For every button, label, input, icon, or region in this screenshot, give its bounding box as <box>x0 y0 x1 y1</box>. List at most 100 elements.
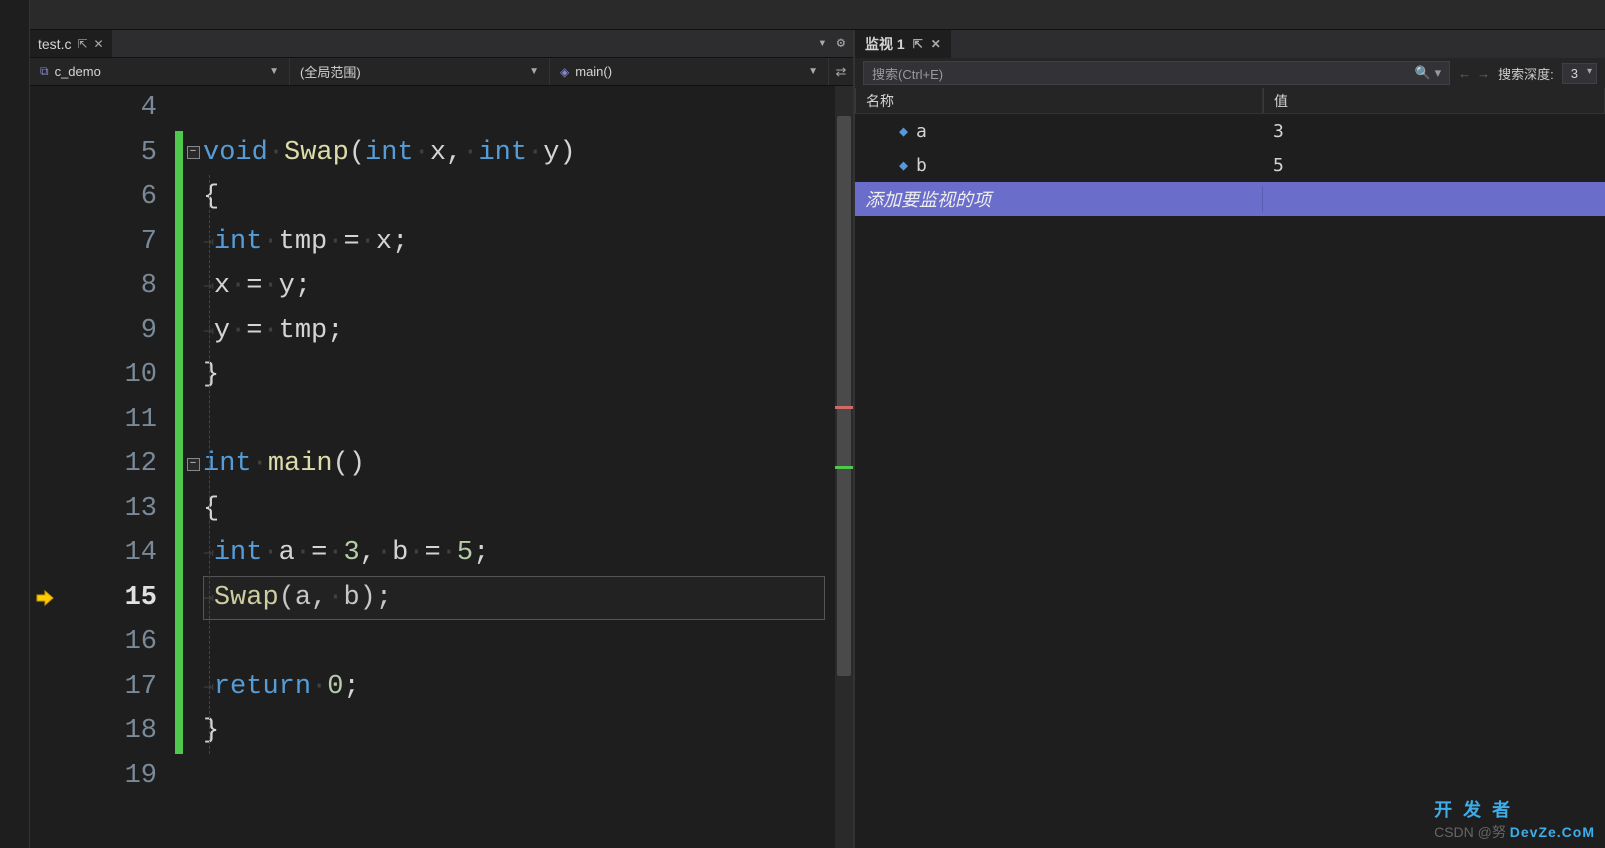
column-header-value[interactable]: 值 <box>1263 88 1605 113</box>
left-sidebar-gutter <box>0 0 30 848</box>
gear-icon[interactable]: ⚙ <box>837 35 845 52</box>
line-number: 11 <box>60 398 157 443</box>
change-indicator-bar <box>175 86 183 848</box>
code-line[interactable]: ⇥ int·tmp·=·x; <box>203 220 835 265</box>
line-number: 12 <box>60 442 157 487</box>
depth-dropdown[interactable]: 3 <box>1562 63 1597 84</box>
watch-var-value: 5 <box>1263 155 1605 176</box>
editor-tab-bar: test.c ⇱ ✕ ▾ ⚙ <box>30 30 853 58</box>
watch-pane: 监视 1 ⇱ ✕ 搜索(Ctrl+E) 🔍 ▾ ← → 搜索深度: 3 <box>853 30 1605 848</box>
code-line[interactable]: { <box>203 175 835 220</box>
navigation-bar: ⧉ c_demo ▼ (全局范围) ▼ ◈ main() ▼ ⇄ <box>30 58 853 86</box>
line-number: 5 <box>60 131 157 176</box>
next-result-icon[interactable]: → <box>1477 66 1490 81</box>
code-line[interactable]: } <box>203 709 835 754</box>
line-number-gutter: 45678910111213141516171819 <box>60 86 175 848</box>
watermark-brand-top: 开 发 者 <box>1434 796 1595 822</box>
fold-margin[interactable]: −− <box>183 86 203 848</box>
function-icon: ◈ <box>560 65 569 79</box>
code-line[interactable] <box>203 398 835 443</box>
line-number: 19 <box>60 754 157 799</box>
pin-icon[interactable]: ⇱ <box>77 37 87 51</box>
scope-label: (全局范围) <box>300 62 361 81</box>
execution-pointer-icon <box>35 588 55 608</box>
close-icon[interactable]: ✕ <box>94 37 104 51</box>
watch-var-name: a <box>916 121 927 142</box>
watch-var-name: b <box>916 155 927 176</box>
line-number: 17 <box>60 665 157 710</box>
swap-panes-icon[interactable]: ⇄ <box>829 64 853 80</box>
chevron-down-icon: ▼ <box>529 66 539 77</box>
watch-tab-bar: 监视 1 ⇱ ✕ <box>855 30 1605 58</box>
indent-guide <box>209 175 210 754</box>
watch-tab[interactable]: 监视 1 ⇱ ✕ <box>855 30 951 58</box>
close-icon[interactable]: ✕ <box>931 37 941 51</box>
dropdown-icon[interactable]: ▾ <box>818 35 826 52</box>
scrollbar-thumb[interactable] <box>837 116 851 676</box>
project-dropdown[interactable]: ⧉ c_demo ▼ <box>30 58 290 85</box>
code-line[interactable]: int·main() <box>203 442 835 487</box>
depth-label: 搜索深度: <box>1498 64 1554 83</box>
toolbar-spacer <box>30 0 1605 30</box>
project-name: c_demo <box>55 64 101 79</box>
fold-toggle-icon[interactable]: − <box>187 146 200 159</box>
code-line[interactable]: ⇥ y·=·tmp; <box>203 309 835 354</box>
chevron-down-icon: ▼ <box>808 66 818 77</box>
code-text[interactable]: void·Swap(int·x,·int·y){⇥ int·tmp·=·x;⇥ … <box>203 86 835 848</box>
watch-columns-header: 名称 值 <box>855 88 1605 114</box>
variable-icon: ◆ <box>899 156 908 174</box>
column-header-name[interactable]: 名称 <box>855 88 1263 113</box>
line-number: 9 <box>60 309 157 354</box>
code-line[interactable]: void·Swap(int·x,·int·y) <box>203 131 835 176</box>
watch-row[interactable]: ◆ b 5 <box>855 148 1605 182</box>
watch-toolbar: 搜索(Ctrl+E) 🔍 ▾ ← → 搜索深度: 3 <box>855 58 1605 88</box>
variable-icon: ◆ <box>899 122 908 140</box>
pin-icon[interactable]: ⇱ <box>913 37 923 51</box>
search-placeholder: 搜索(Ctrl+E) <box>872 64 943 83</box>
line-number: 8 <box>60 264 157 309</box>
code-area[interactable]: 45678910111213141516171819 −− void·Swap(… <box>30 86 853 848</box>
code-line[interactable] <box>203 754 835 799</box>
function-dropdown[interactable]: ◈ main() ▼ <box>550 58 829 85</box>
code-line[interactable]: ⇥ int·a·=·3,·b·=·5; <box>203 531 835 576</box>
scope-dropdown[interactable]: (全局范围) ▼ <box>290 58 550 85</box>
function-name: main() <box>575 64 612 79</box>
code-line[interactable]: ⇥ return·0; <box>203 665 835 710</box>
chevron-down-icon: ▼ <box>269 66 279 77</box>
editor-tab-test-c[interactable]: test.c ⇱ ✕ <box>30 30 112 57</box>
main-area: test.c ⇱ ✕ ▾ ⚙ ⧉ c_demo ▼ (全局范围) ▼ <box>30 0 1605 848</box>
watch-var-value: 3 <box>1263 121 1605 142</box>
watermark-brand-bottom: DevZe.CoM <box>1510 824 1595 840</box>
watermark-text: CSDN @努 <box>1434 824 1506 840</box>
editor-pane: test.c ⇱ ✕ ▾ ⚙ ⧉ c_demo ▼ (全局范围) ▼ <box>30 30 853 848</box>
depth-value: 3 <box>1571 66 1578 81</box>
line-number: 6 <box>60 175 157 220</box>
code-line[interactable]: } <box>203 353 835 398</box>
line-number: 4 <box>60 86 157 131</box>
line-number: 13 <box>60 487 157 532</box>
watermark: 开 发 者 CSDN @努 DevZe.CoM <box>1434 796 1595 842</box>
prev-result-icon[interactable]: ← <box>1458 66 1471 81</box>
search-icon[interactable]: 🔍 ▾ <box>1415 65 1441 81</box>
breakpoint-margin[interactable] <box>30 86 60 848</box>
search-input[interactable]: 搜索(Ctrl+E) 🔍 ▾ <box>863 61 1450 85</box>
line-number: 16 <box>60 620 157 665</box>
scroll-marker <box>835 406 853 409</box>
tab-label: test.c <box>38 36 71 52</box>
code-line[interactable]: ⇥ x·=·y; <box>203 264 835 309</box>
current-line-highlight <box>203 576 825 621</box>
watch-title: 监视 1 <box>865 34 905 54</box>
watch-row[interactable]: ◆ a 3 <box>855 114 1605 148</box>
watch-add-item[interactable]: 添加要监视的项 <box>855 182 1605 216</box>
code-line[interactable] <box>203 86 835 131</box>
line-number: 18 <box>60 709 157 754</box>
scroll-marker <box>835 466 853 469</box>
project-icon: ⧉ <box>40 64 49 79</box>
vertical-scrollbar[interactable] <box>835 86 853 848</box>
line-number: 14 <box>60 531 157 576</box>
code-line[interactable] <box>203 620 835 665</box>
line-number: 15 <box>60 576 157 621</box>
line-number: 7 <box>60 220 157 265</box>
fold-toggle-icon[interactable]: − <box>187 458 200 471</box>
code-line[interactable]: { <box>203 487 835 532</box>
